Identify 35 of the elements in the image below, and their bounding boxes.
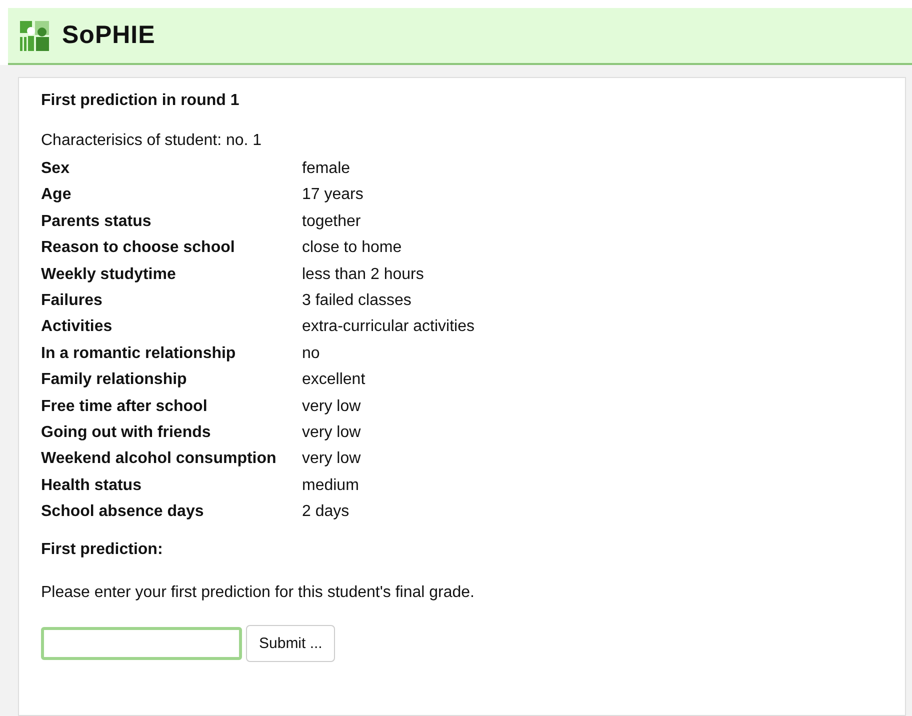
attribute-label: Sex xyxy=(41,159,70,179)
attribute-label: Free time after school xyxy=(41,396,208,417)
attribute-value: very low xyxy=(302,396,362,417)
submit-button[interactable]: Submit ... xyxy=(246,624,336,662)
attribute-label: In a romantic relationship xyxy=(41,344,237,364)
section-heading: First prediction: xyxy=(41,540,164,559)
attribute-label: Weekend alcohol consumption xyxy=(41,449,278,470)
attribute-label: Parents status xyxy=(41,212,152,232)
attribute-value: excellent xyxy=(302,370,366,390)
attribute-value: medium xyxy=(302,476,360,496)
attribute-label: Activities xyxy=(41,317,114,338)
attribute-value: 17 years xyxy=(302,185,364,206)
attribute-label: Age xyxy=(41,185,72,206)
attribute-label: Failures xyxy=(41,291,104,312)
attribute-label: Health status xyxy=(41,476,142,496)
attribute-value: very low xyxy=(302,449,362,470)
attribute-label: Reason to choose school xyxy=(41,238,236,258)
attribute-label: Family relationship xyxy=(41,370,188,390)
attribute-value: no xyxy=(302,344,321,364)
attribute-value: together xyxy=(302,212,362,232)
attribute-value: 3 failed classes xyxy=(302,291,412,312)
attribute-value: extra-curricular activities xyxy=(302,317,476,338)
attribute-value: less than 2 hours xyxy=(302,264,425,285)
prediction-field[interactable] xyxy=(41,626,242,660)
attribute-label: Going out with friends xyxy=(41,423,212,444)
attribute-value: 2 days xyxy=(302,502,350,522)
logo-text: SoPHIE xyxy=(62,21,156,50)
attribute-value: close to home xyxy=(302,238,403,258)
attribute-value: very low xyxy=(302,423,362,444)
panel-title: First prediction in round 1 xyxy=(41,92,240,110)
attribute-value: female xyxy=(302,159,352,179)
instruction-text: Please enter your first prediction for this student's final grade. xyxy=(41,584,476,602)
attribute-label: School absence days xyxy=(41,502,205,522)
student-intro: Characterisics of student: no. 1 xyxy=(41,132,263,150)
attribute-label: Weekly studytime xyxy=(41,264,177,285)
